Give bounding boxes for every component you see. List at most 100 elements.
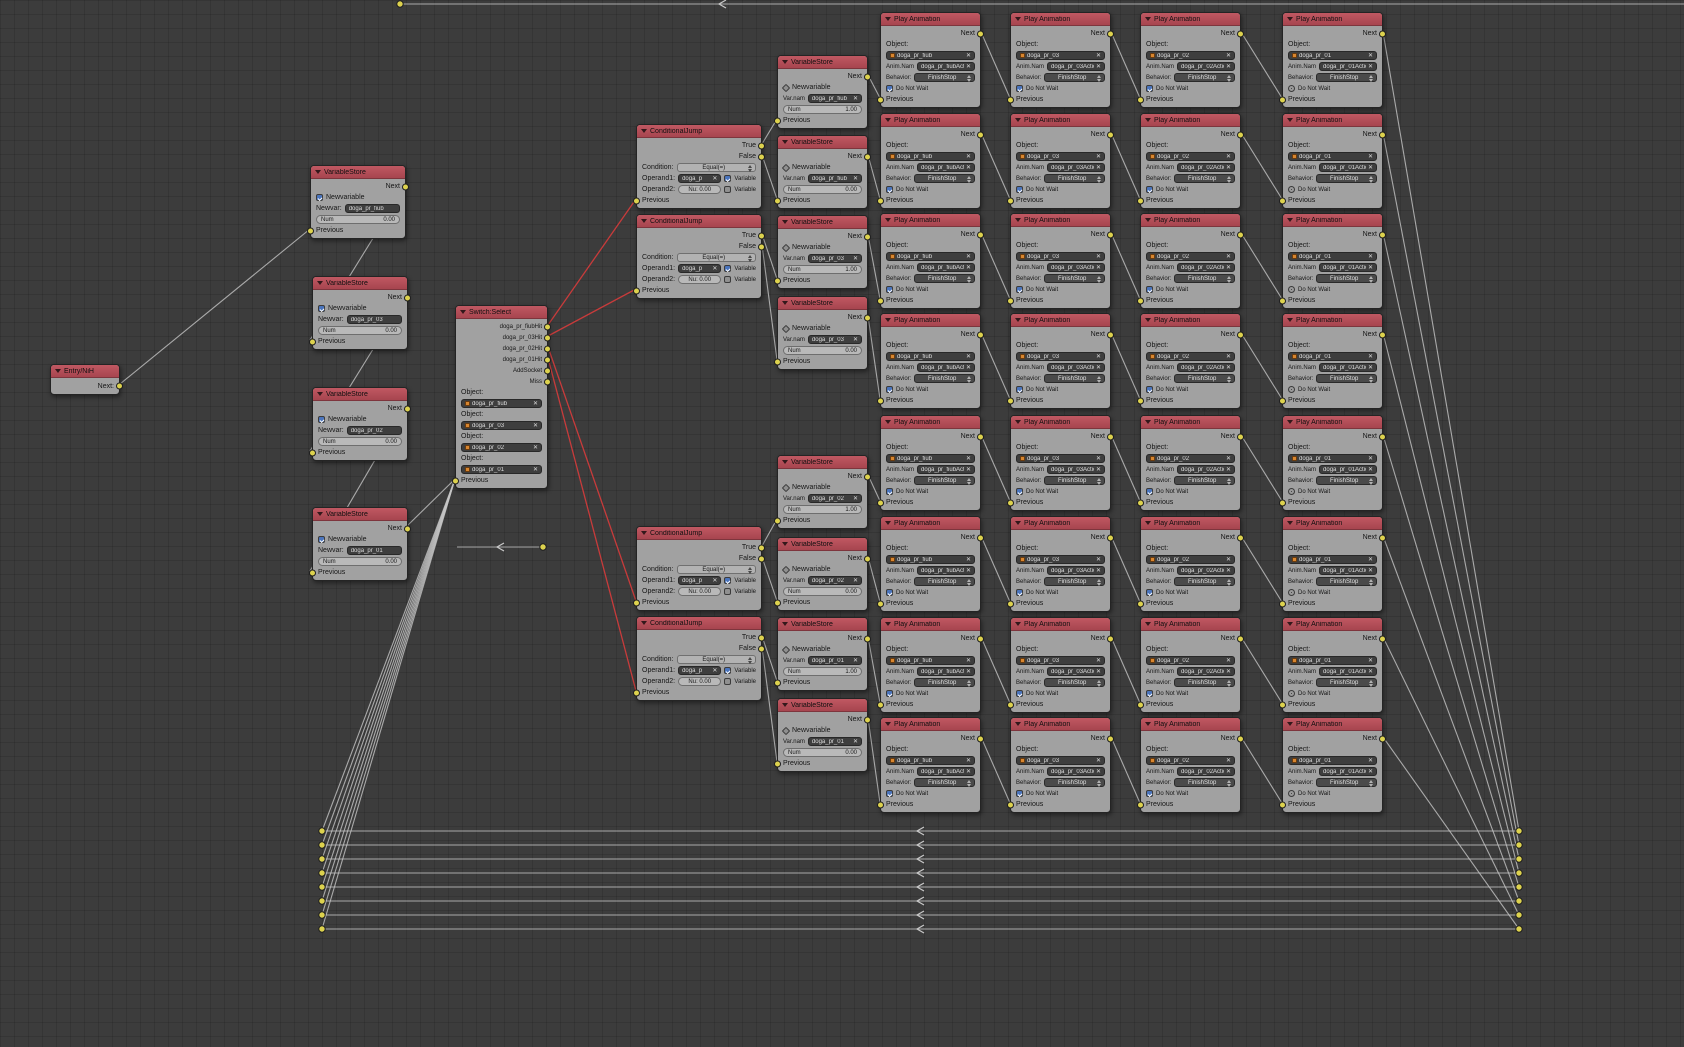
behavior-dropdown[interactable]: FinishStop bbox=[1174, 73, 1235, 82]
previous-input-socket[interactable] bbox=[1137, 297, 1144, 304]
collapse-arrow-icon[interactable] bbox=[1015, 218, 1021, 222]
object-field[interactable]: doga_pr_03✕ bbox=[1016, 454, 1105, 463]
behavior-dropdown[interactable]: FinishStop bbox=[1044, 174, 1105, 183]
node-variablestore[interactable]: VariableStoreNextNewvariableNewvar:doga_… bbox=[312, 507, 408, 581]
object-field[interactable]: doga_pr_01✕ bbox=[1288, 152, 1377, 161]
anim-name-field[interactable]: doga_pr_01Action✕ bbox=[1319, 263, 1377, 272]
node-play-animation[interactable]: Play AnimationNextObject:doga_pr_fiub✕An… bbox=[880, 113, 981, 209]
previous-input-socket[interactable] bbox=[774, 517, 781, 524]
collapse-arrow-icon[interactable] bbox=[1287, 420, 1293, 424]
node-header[interactable]: VariableStore bbox=[778, 538, 867, 551]
object-field[interactable]: doga_pr_02✕ bbox=[1146, 454, 1235, 463]
node-header[interactable]: Play Animation bbox=[1011, 517, 1110, 530]
newvariable-toggle[interactable] bbox=[782, 645, 790, 653]
condition-dropdown[interactable]: Equal(=) bbox=[677, 163, 756, 172]
operand1-variable-checkbox[interactable] bbox=[724, 175, 731, 182]
collapse-arrow-icon[interactable] bbox=[885, 118, 891, 122]
node-header[interactable]: ConditionalJump bbox=[637, 527, 761, 540]
behavior-dropdown[interactable]: FinishStop bbox=[914, 274, 975, 283]
anim-name-field[interactable]: doga_pr_fiubAction✕ bbox=[917, 263, 975, 272]
anim-name-field[interactable]: doga_pr_fiubAction✕ bbox=[917, 62, 975, 71]
node-header[interactable]: Play Animation bbox=[1011, 214, 1110, 227]
object-field[interactable]: doga_pr_03✕ bbox=[1016, 352, 1105, 361]
clear-icon[interactable]: ✕ bbox=[853, 658, 858, 664]
collapse-arrow-icon[interactable] bbox=[1015, 622, 1021, 626]
behavior-dropdown[interactable]: FinishStop bbox=[1174, 577, 1235, 586]
newvariable-toggle[interactable] bbox=[782, 324, 790, 332]
collapse-arrow-icon[interactable] bbox=[641, 621, 647, 625]
clear-icon[interactable]: ✕ bbox=[853, 337, 858, 343]
previous-input-socket[interactable] bbox=[1279, 801, 1286, 808]
clear-icon[interactable]: ✕ bbox=[1368, 758, 1373, 764]
node-play-animation[interactable]: Play AnimationNextObject:doga_pr_02✕Anim… bbox=[1140, 313, 1241, 409]
previous-input-socket[interactable] bbox=[1007, 197, 1014, 204]
node-header[interactable]: VariableStore bbox=[778, 56, 867, 69]
node-header[interactable]: Play Animation bbox=[1283, 517, 1382, 530]
anim-name-field[interactable]: doga_pr_03Action✕ bbox=[1047, 62, 1105, 71]
clear-icon[interactable]: ✕ bbox=[966, 456, 971, 462]
do-not-wait-checkbox[interactable] bbox=[1288, 386, 1295, 393]
num-field[interactable]: Num0.00 bbox=[318, 437, 402, 446]
node-play-animation[interactable]: Play AnimationNextObject:doga_pr_02✕Anim… bbox=[1140, 113, 1241, 209]
clear-icon[interactable]: ✕ bbox=[1096, 658, 1101, 664]
next-output-socket[interactable] bbox=[1379, 131, 1386, 138]
clear-icon[interactable]: ✕ bbox=[1368, 64, 1373, 70]
collapse-arrow-icon[interactable] bbox=[1145, 17, 1151, 21]
next-output-socket[interactable] bbox=[864, 153, 871, 160]
condition-dropdown[interactable]: Equal(=) bbox=[677, 253, 756, 262]
object-field[interactable]: doga_pr_02✕ bbox=[1146, 555, 1235, 564]
clear-icon[interactable]: ✕ bbox=[1368, 365, 1373, 371]
object-field[interactable]: doga_pr_01✕ bbox=[1288, 756, 1377, 765]
behavior-dropdown[interactable]: FinishStop bbox=[914, 73, 975, 82]
collapse-arrow-icon[interactable] bbox=[1015, 420, 1021, 424]
collapse-arrow-icon[interactable] bbox=[885, 722, 891, 726]
node-header[interactable]: VariableStore bbox=[778, 297, 867, 310]
variable-name-field[interactable]: doga_pr_01✕ bbox=[808, 737, 862, 746]
num-field[interactable]: Num1.00 bbox=[783, 667, 862, 676]
next-output-socket[interactable] bbox=[1107, 30, 1114, 37]
do-not-wait-checkbox[interactable] bbox=[1016, 286, 1023, 293]
collapse-arrow-icon[interactable] bbox=[1287, 118, 1293, 122]
object-field[interactable]: doga_pr_01✕ bbox=[1288, 51, 1377, 60]
node-header[interactable]: Play Animation bbox=[1011, 314, 1110, 327]
do-not-wait-checkbox[interactable] bbox=[1288, 186, 1295, 193]
anim-name-field[interactable]: doga_pr_01Action001✕ bbox=[1319, 363, 1377, 372]
next-output-socket[interactable] bbox=[1237, 735, 1244, 742]
object-field[interactable]: doga_pr_fiub✕ bbox=[886, 656, 975, 665]
next-output-socket[interactable] bbox=[1107, 231, 1114, 238]
switch-output-socket[interactable] bbox=[544, 323, 551, 330]
behavior-dropdown[interactable]: FinishStop bbox=[1316, 274, 1377, 283]
object-field[interactable]: doga_pr_01✕ bbox=[1288, 454, 1377, 463]
clear-icon[interactable]: ✕ bbox=[712, 578, 717, 584]
variable-name-field[interactable]: doga_pr_01 bbox=[347, 546, 402, 555]
next-output-socket[interactable] bbox=[1379, 433, 1386, 440]
clear-icon[interactable]: ✕ bbox=[712, 176, 717, 182]
do-not-wait-checkbox[interactable] bbox=[1146, 690, 1153, 697]
clear-icon[interactable]: ✕ bbox=[966, 557, 971, 563]
object-field[interactable]: doga_pr_01✕ bbox=[1288, 252, 1377, 261]
node-header[interactable]: VariableStore bbox=[778, 136, 867, 149]
clear-icon[interactable]: ✕ bbox=[1226, 758, 1231, 764]
num-field[interactable]: Num0.00 bbox=[783, 346, 862, 355]
newvariable-checkbox[interactable] bbox=[318, 416, 325, 423]
newvariable-toggle[interactable] bbox=[782, 163, 790, 171]
false-output-socket[interactable] bbox=[758, 555, 765, 562]
clear-icon[interactable]: ✕ bbox=[1368, 658, 1373, 664]
do-not-wait-checkbox[interactable] bbox=[1288, 488, 1295, 495]
next-output-socket[interactable] bbox=[977, 331, 984, 338]
node-play-animation[interactable]: Play AnimationNextObject:doga_pr_01✕Anim… bbox=[1282, 717, 1383, 813]
clear-icon[interactable]: ✕ bbox=[1096, 557, 1101, 563]
behavior-dropdown[interactable]: FinishStop bbox=[1316, 476, 1377, 485]
behavior-dropdown[interactable]: FinishStop bbox=[914, 778, 975, 787]
object-field[interactable]: doga_pr_fiub✕ bbox=[886, 252, 975, 261]
behavior-dropdown[interactable]: FinishStop bbox=[1174, 374, 1235, 383]
next-output-socket[interactable] bbox=[1379, 30, 1386, 37]
do-not-wait-checkbox[interactable] bbox=[1016, 589, 1023, 596]
newvariable-checkbox[interactable] bbox=[316, 194, 323, 201]
node-header[interactable]: Play Animation bbox=[1011, 416, 1110, 429]
node-header[interactable]: Play Animation bbox=[881, 416, 980, 429]
clear-icon[interactable]: ✕ bbox=[533, 467, 538, 473]
node-play-animation[interactable]: Play AnimationNextObject:doga_pr_03✕Anim… bbox=[1010, 516, 1111, 612]
next-output-socket[interactable] bbox=[977, 30, 984, 37]
node-header[interactable]: Play Animation bbox=[881, 718, 980, 731]
